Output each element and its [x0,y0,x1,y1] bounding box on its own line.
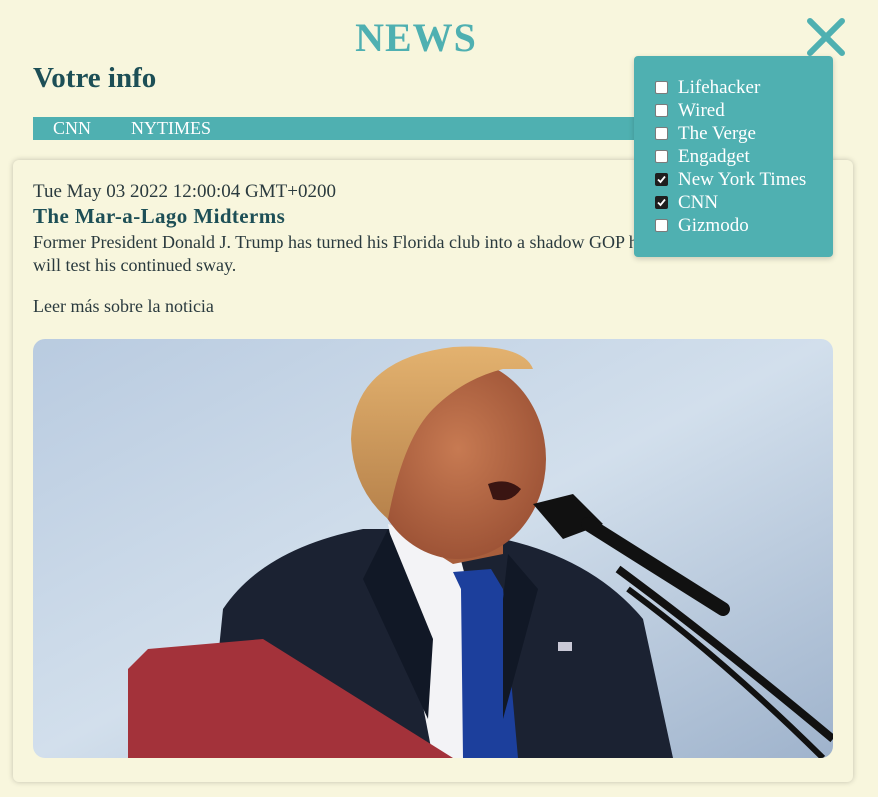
tab-nytimes[interactable]: NYTIMES [111,117,211,140]
filter-item-the-verge[interactable]: The Verge [654,122,833,145]
tab-cnn[interactable]: CNN [33,117,91,140]
news-app: NEWS Votre info CNN NYTIMES Tue May 03 2… [0,0,878,797]
filter-label: CNN [678,191,719,213]
checkbox[interactable] [655,127,668,140]
checkbox[interactable] [655,173,668,186]
filter-label: Engadget [678,145,750,167]
checkbox[interactable] [655,81,668,94]
filter-item-cnn[interactable]: CNN [654,191,833,214]
filter-item-lifehacker[interactable]: Lifehacker [654,76,833,99]
article-headline: The Mar-a-Lago Midterms [33,204,286,228]
filter-item-new-york-times[interactable]: New York Times [654,168,833,191]
section-title: Votre info [33,62,157,94]
checkbox[interactable] [655,104,668,117]
filter-label: Lifehacker [678,76,761,98]
checkbox[interactable] [655,150,668,163]
checkbox[interactable] [655,196,668,209]
source-tabs: CNN NYTIMES [33,117,653,140]
close-icon[interactable] [804,15,848,59]
filter-label: The Verge [678,122,756,144]
article-image [33,339,833,758]
read-more-link[interactable]: Leer más sobre la noticia [33,296,214,317]
filter-label: Gizmodo [678,214,749,236]
source-filter-list: Lifehacker Wired The Verge Engadget New … [634,56,833,237]
checkbox[interactable] [655,219,668,232]
filter-item-engadget[interactable]: Engadget [654,145,833,168]
article-date: Tue May 03 2022 12:00:04 GMT+0200 [33,181,336,202]
filter-item-wired[interactable]: Wired [654,99,833,122]
filter-label: New York Times [678,168,807,190]
filter-label: Wired [678,99,725,121]
source-filter-dropdown: Lifehacker Wired The Verge Engadget New … [634,56,833,257]
site-title: NEWS [355,15,477,60]
filter-item-gizmodo[interactable]: Gizmodo [654,214,833,237]
